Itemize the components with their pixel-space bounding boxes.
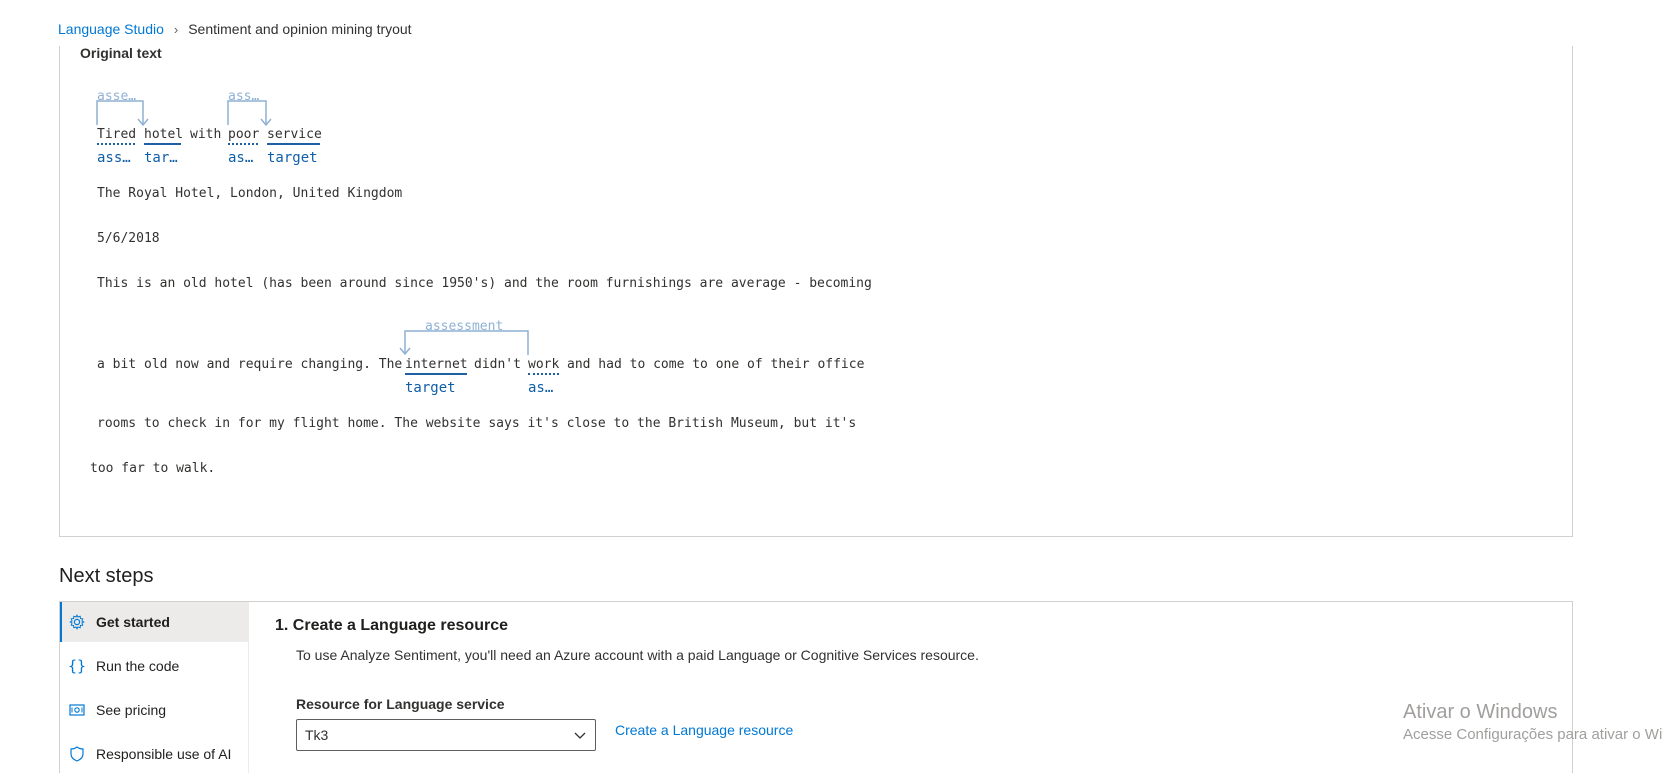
aspect-label[interactable]: target [267,150,318,166]
windows-activation-watermark-title: Ativar o Windows [1403,701,1558,723]
original-text-panel [59,46,1573,537]
breadcrumb: Language Studio › Sentiment and opinion … [58,19,412,39]
sidebar-item-label: See pricing [96,702,167,718]
text-line: too far to walk. [90,461,216,476]
aspect-label[interactable]: ass… [97,150,131,166]
sidebar-item-label: Responsible use of AI [96,746,232,762]
next-steps-sidebar: Get started {} Run the code See pricing … [60,602,249,773]
breadcrumb-current: Sentiment and opinion mining tryout [188,21,412,37]
token-with: with [190,127,222,142]
target-underline [267,143,320,145]
resource-dropdown[interactable]: Tk3 [296,719,596,751]
assessment-underline [97,143,135,145]
windows-activation-watermark-subtitle: Acesse Configurações para ativar o Windo… [1403,726,1663,743]
token-hotel[interactable]: hotel [144,127,183,142]
aspect-label[interactable]: tar… [144,150,178,166]
assessment-underline [528,373,559,375]
assessment-underline [228,143,258,145]
text-line-prefix: a bit old now and require changing. The [97,357,403,372]
relation-label[interactable]: assessment [425,319,503,334]
aspect-label[interactable]: as… [228,150,253,166]
token-internet[interactable]: internet [405,357,468,372]
sidebar-item-label: Get started [96,614,170,630]
text-line: The Royal Hotel, London, United Kingdom [97,186,403,201]
code-braces-icon: {} [67,657,87,675]
sidebar-item-label: Run the code [96,658,180,674]
target-underline [144,143,181,145]
sidebar-item-get-started[interactable]: Get started [60,602,248,642]
step-description: To use Analyze Sentiment, you'll need an… [296,647,979,663]
sidebar-item-responsible-use-of-ai[interactable]: Responsible use of AI [60,734,248,773]
aspect-label[interactable]: target [405,380,456,396]
text-line: 5/6/2018 [97,231,160,246]
text-line-suffix: and had to come to one of their office [567,357,865,372]
text-line: This is an old hotel (has been around si… [97,276,872,291]
pricing-icon [68,701,86,719]
shield-icon [68,745,86,763]
target-underline [405,373,467,375]
token-service[interactable]: service [267,127,322,142]
next-steps-title: Next steps [59,565,154,587]
chevron-down-icon [574,732,586,739]
create-language-resource-link[interactable]: Create a Language resource [615,722,793,738]
token-tired[interactable]: Tired [97,127,136,142]
sidebar-item-see-pricing[interactable]: See pricing [60,690,248,730]
original-text-title: Original text [80,45,162,61]
step-heading: 1. Create a Language resource [275,617,508,634]
gear-icon [68,613,86,631]
token-work[interactable]: work [528,357,559,372]
breadcrumb-separator-icon: › [173,21,179,37]
text-line: rooms to check in for my flight home. Th… [97,416,857,431]
breadcrumb-root-link[interactable]: Language Studio [58,21,164,37]
sidebar-item-run-the-code[interactable]: {} Run the code [60,646,248,686]
resource-dropdown-value: Tk3 [305,727,329,743]
relation-label[interactable]: asse… [97,89,136,104]
resource-field-label: Resource for Language service [296,696,505,712]
aspect-label[interactable]: as… [528,380,553,396]
token-poor[interactable]: poor [228,127,259,142]
token-didnt: didn't [474,357,521,372]
relation-label[interactable]: ass… [228,89,259,104]
